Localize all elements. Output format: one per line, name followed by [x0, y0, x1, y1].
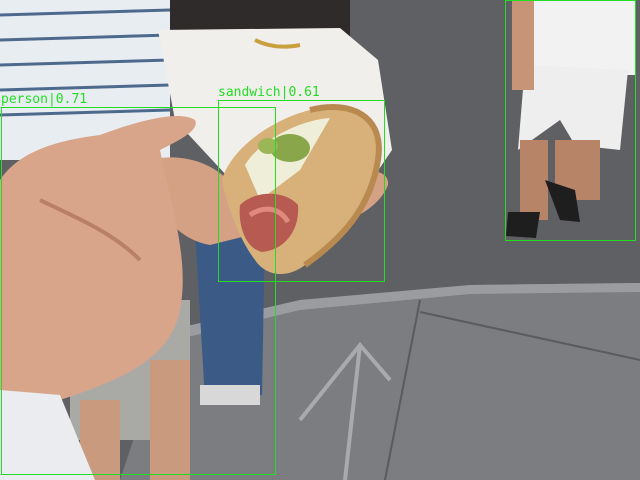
detection-box-sandwich: sandwich|0.61 — [218, 86, 385, 282]
detection-label-sandwich: sandwich|0.61 — [218, 85, 320, 100]
detection-label-person: person|0.71 — [1, 92, 88, 107]
detection-box-person-right — [505, 0, 636, 241]
